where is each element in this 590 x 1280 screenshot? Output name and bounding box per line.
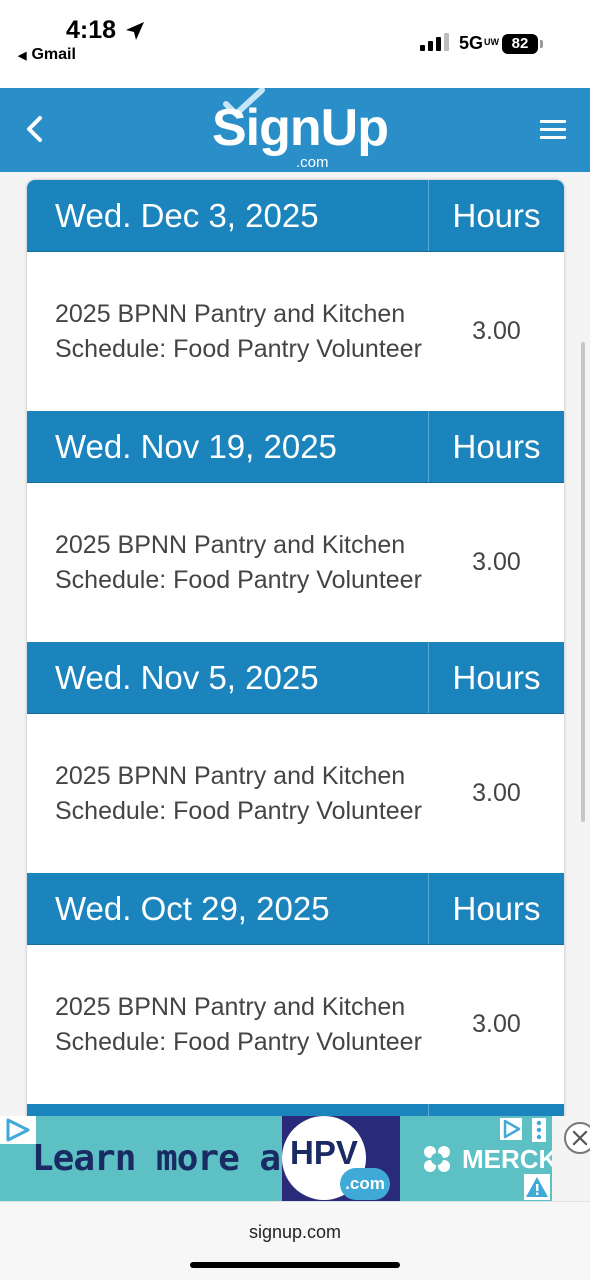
date-label: Wed. Dec 3, 2025: [27, 180, 429, 251]
back-app-label: Gmail: [31, 46, 76, 63]
slot-title: 2025 BPNN Pantry and Kitchen Schedule: F…: [55, 992, 422, 1056]
battery-tip: [540, 40, 543, 48]
hours-header: Hours: [452, 197, 541, 234]
date-header: Wed. Nov 5, 2025 Hours: [27, 642, 564, 714]
date-label: Wed. Nov 5, 2025: [27, 642, 429, 713]
ad-headline: Learn more at: [32, 1138, 302, 1179]
slot-title: 2025 BPNN Pantry and Kitchen Schedule: F…: [55, 530, 422, 594]
warning-icon[interactable]: [524, 1174, 550, 1200]
date-header-partial: [27, 1104, 564, 1116]
scrollbar[interactable]: [581, 342, 585, 822]
hours-header: Hours: [452, 659, 541, 696]
signup-logo[interactable]: SignUp .com: [200, 88, 400, 174]
main-content: Wed. Dec 3, 2025 Hours 2025 BPNN Pantry …: [0, 172, 590, 1116]
ad-com-badge: .com: [340, 1168, 390, 1200]
back-triangle-icon: ◀: [18, 50, 27, 62]
network-suffix: UW: [484, 37, 500, 47]
adchoices-icon[interactable]: [0, 1116, 36, 1144]
home-indicator[interactable]: [190, 1262, 400, 1268]
slot-title: 2025 BPNN Pantry and Kitchen Schedule: F…: [55, 299, 422, 363]
ad-brand: MERCK: [462, 1144, 552, 1174]
date-label: Wed. Nov 19, 2025: [27, 411, 429, 482]
slot-hours: 3.00: [472, 548, 521, 576]
browser-url-bar[interactable]: signup.com: [0, 1201, 590, 1280]
ad-hpv-badge: HPV .com: [282, 1116, 400, 1201]
back-chevron-icon[interactable]: [22, 114, 48, 144]
back-to-gmail-link[interactable]: ◀ Gmail: [18, 46, 76, 64]
ad-play-icon[interactable]: [500, 1118, 522, 1140]
date-header: Wed. Oct 29, 2025 Hours: [27, 873, 564, 945]
ad-banner[interactable]: Learn more at HPV .com MERCK: [0, 1116, 552, 1201]
merck-logo-icon: [424, 1146, 450, 1172]
logo-domain: .com: [296, 154, 329, 171]
volunteer-hours-list: Wed. Dec 3, 2025 Hours 2025 BPNN Pantry …: [27, 180, 564, 1116]
top-navbar: SignUp .com: [0, 88, 590, 172]
date-header: Wed. Dec 3, 2025 Hours: [27, 180, 564, 252]
hours-header-partial: [429, 1104, 564, 1116]
slot-hours: 3.00: [472, 317, 521, 345]
list-item[interactable]: 2025 BPNN Pantry and Kitchen Schedule: F…: [27, 483, 564, 642]
date-label-partial: [27, 1104, 429, 1116]
list-item[interactable]: 2025 BPNN Pantry and Kitchen Schedule: F…: [27, 714, 564, 873]
date-header: Wed. Nov 19, 2025 Hours: [27, 411, 564, 483]
battery-icon: 82: [502, 34, 538, 54]
status-time: 4:18: [66, 16, 117, 44]
cellular-signal-icon: [420, 33, 449, 51]
list-item[interactable]: 2025 BPNN Pantry and Kitchen Schedule: F…: [27, 945, 564, 1104]
ad-hpv-text: HPV: [290, 1134, 358, 1171]
slot-hours: 3.00: [472, 779, 521, 807]
hamburger-menu-icon[interactable]: [540, 120, 566, 140]
ad-more-options-icon[interactable]: [532, 1118, 546, 1142]
url-text: signup.com: [248, 1222, 342, 1242]
network-label: 5G: [459, 33, 484, 53]
network-indicator: 5GUW: [459, 33, 500, 54]
slot-title: 2025 BPNN Pantry and Kitchen Schedule: F…: [55, 761, 422, 825]
battery-level: 82: [511, 35, 529, 52]
status-bar: 4:18 ◀ Gmail 5GUW 82: [0, 0, 590, 88]
date-label: Wed. Oct 29, 2025: [27, 873, 429, 944]
hours-header: Hours: [452, 890, 541, 927]
close-ad-icon[interactable]: [564, 1122, 590, 1154]
slot-hours: 3.00: [472, 1010, 521, 1038]
hours-header: Hours: [452, 428, 541, 465]
logo-text: SignUp: [212, 99, 389, 157]
location-arrow-icon: [126, 22, 144, 40]
list-item[interactable]: 2025 BPNN Pantry and Kitchen Schedule: F…: [27, 252, 564, 411]
